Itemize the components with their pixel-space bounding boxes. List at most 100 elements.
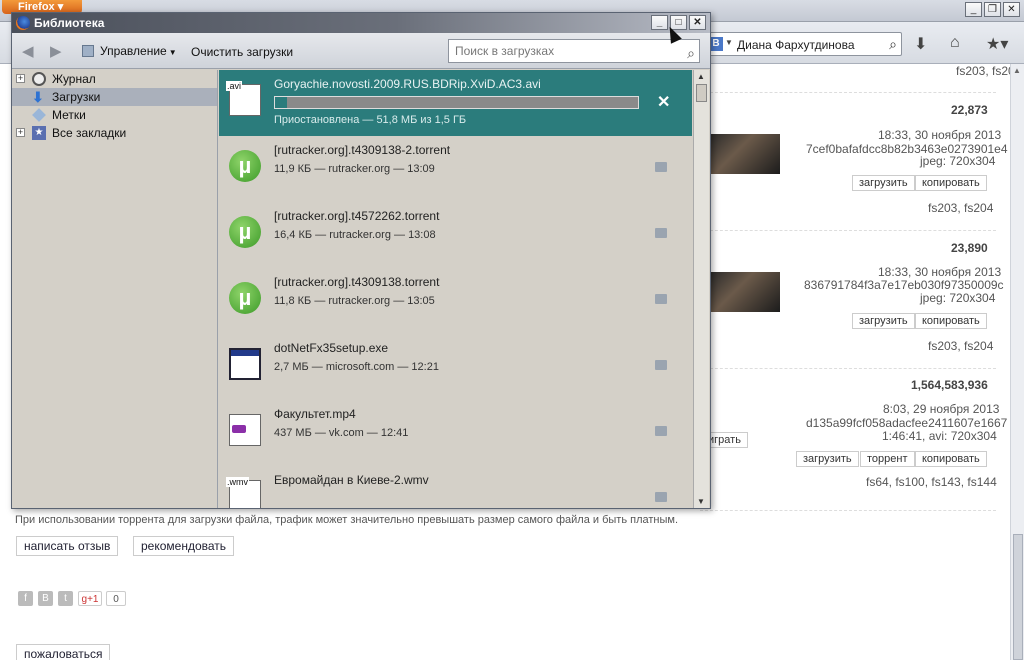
copy-button[interactable]: копировать [915, 175, 987, 191]
scroll-up-icon[interactable]: ▲ [697, 72, 705, 81]
copy-button[interactable]: копировать [915, 451, 987, 467]
restore-icon[interactable]: ❐ [984, 2, 1001, 17]
back-arrow-icon[interactable]: ◀ [22, 42, 34, 60]
web-search-value: Диана Фархутдинова [737, 38, 855, 52]
file-info: jpeg: 720x304 [920, 154, 996, 168]
tree-item-label: Метки [52, 108, 86, 122]
bookmarks-star-icon: ★ [32, 126, 46, 140]
manage-menu-button[interactable]: Управление ▼ [82, 44, 177, 58]
file-tags[interactable]: fs203, fs204 [928, 339, 993, 353]
download-meta: 11,9 КБ — rutracker.org — 13:09 [274, 163, 435, 175]
tree-item-history[interactable]: + Журнал [12, 70, 217, 88]
file-tags[interactable]: fs203, fs204 [928, 201, 993, 215]
chevron-down-icon[interactable]: ▼ [725, 38, 733, 47]
close-icon[interactable]: ✕ [689, 15, 706, 30]
vkontakte-icon[interactable]: B [38, 591, 53, 606]
file-ext-label: .avi [226, 81, 243, 91]
downloads-icon[interactable]: ⬇ [914, 34, 927, 54]
write-review-button[interactable]: написать отзыв [16, 536, 119, 556]
bookmarks-menu-icon[interactable]: ★▾ [986, 34, 1008, 54]
avi-file-icon: .avi [226, 81, 261, 116]
library-sidebar-tree: + Журнал ⬇ Загрузки Метки + ★ Все заклад… [12, 70, 218, 508]
upload-button[interactable]: загрузить [852, 175, 915, 191]
firefox-window-controls: _ ❐ ✕ [965, 2, 1020, 17]
folder-icon[interactable] [655, 360, 667, 370]
mp4-file-icon [229, 414, 261, 446]
download-status: Приостановлена — 51,8 МБ из 1,5 ГБ [274, 114, 467, 126]
scroll-down-icon[interactable]: ▼ [697, 497, 705, 506]
downloads-scrollbar[interactable]: ▲ ▼ [693, 70, 709, 508]
download-item[interactable]: µ [rutracker.org].t4309138-2.torrent 11,… [219, 136, 692, 202]
close-icon[interactable]: ✕ [1003, 2, 1020, 17]
downloads-search-input[interactable]: Поиск в загрузках ⌕ [448, 39, 700, 63]
download-meta: 2,7 МБ — microsoft.com — 12:21 [274, 361, 439, 373]
expand-icon[interactable]: + [16, 74, 25, 83]
file-tags[interactable]: fs64, fs100, fs143, fs144 [866, 475, 997, 489]
file-hash: 836791784f3a7e17eb030f97350009c [804, 278, 1004, 292]
search-icon[interactable]: ⌕ [889, 36, 897, 53]
download-item[interactable]: .wmv Евромайдан в Киеве-2.wmv [219, 466, 692, 508]
folder-icon[interactable] [655, 492, 667, 502]
file-hash: d135a99fcf058adacfee2411607e1667 [806, 416, 1008, 430]
folder-icon[interactable] [655, 228, 667, 238]
copy-button[interactable]: копировать [915, 313, 987, 329]
report-button[interactable]: пожаловаться [16, 644, 111, 660]
tree-item-label: Загрузки [52, 90, 101, 104]
scrollbar-thumb[interactable] [696, 84, 707, 102]
scrollbar-thumb[interactable] [1013, 534, 1023, 660]
folder-icon[interactable] [655, 426, 667, 436]
library-window-controls: _ □ ✕ [651, 15, 706, 30]
upload-button[interactable]: загрузить [852, 313, 915, 329]
forward-arrow-icon[interactable]: ▶ [50, 42, 62, 60]
tree-item-all-bookmarks[interactable]: + ★ Все закладки [12, 124, 217, 142]
divider [700, 368, 996, 369]
tree-item-tags[interactable]: Метки [12, 106, 217, 124]
wmv-file-icon: .wmv [226, 477, 261, 508]
tree-item-downloads[interactable]: ⬇ Загрузки [12, 88, 217, 106]
download-meta: 11,8 КБ — rutracker.org — 13:05 [274, 295, 435, 307]
library-window: Библиотека _ □ ✕ ◀ ▶ Управление ▼ Очистит… [11, 12, 711, 509]
utorrent-icon: µ [229, 216, 261, 248]
minimize-icon[interactable]: _ [965, 2, 982, 17]
torrent-traffic-notice: При использовании торрента для загрузки … [15, 514, 679, 526]
download-name: Факультет.mp4 [274, 407, 356, 421]
downloads-list: .avi Goryachie.novosti.2009.RUS.BDRip.Xv… [219, 70, 692, 508]
download-item[interactable]: µ [rutracker.org].t4572262.torrent 16,4 … [219, 202, 692, 268]
twitter-icon[interactable]: t [58, 591, 73, 606]
upload-button[interactable]: загрузить [796, 451, 859, 467]
expand-icon[interactable]: + [16, 128, 25, 137]
recommend-button[interactable]: рекомендовать [133, 536, 235, 556]
folder-icon[interactable] [655, 162, 667, 172]
download-name: [rutracker.org].t4309138-2.torrent [274, 143, 451, 157]
download-item[interactable]: .avi Goryachie.novosti.2009.RUS.BDRip.Xv… [219, 70, 692, 136]
search-icon[interactable]: ⌕ [687, 42, 695, 64]
scroll-up-icon[interactable]: ▲ [1013, 66, 1021, 75]
tree-item-label: Все закладки [52, 126, 127, 140]
page-scrollbar[interactable]: ▲ [1010, 64, 1024, 660]
search-engine-icon[interactable]: B [709, 37, 723, 51]
folder-icon[interactable] [655, 294, 667, 304]
file-size: 1,564,583,936 [911, 378, 988, 392]
video-thumbnail[interactable] [710, 134, 780, 174]
file-time: 18:33, 30 ноября 2013 [878, 265, 1002, 279]
clear-downloads-button[interactable]: Очистить загрузки [191, 45, 293, 59]
download-meta: 16,4 КБ — rutracker.org — 13:08 [274, 229, 436, 241]
torrent-button[interactable]: торрент [860, 451, 915, 467]
download-meta: 437 МБ — vk.com — 12:41 [274, 427, 409, 439]
exe-file-icon [229, 348, 261, 380]
library-title: Библиотека [34, 16, 105, 30]
cancel-download-icon[interactable]: ✕ [657, 92, 670, 112]
home-icon[interactable]: ⌂ [950, 34, 960, 52]
google-plus-button[interactable]: g+1 [78, 591, 102, 606]
facebook-icon[interactable]: f [18, 591, 33, 606]
download-item[interactable]: dotNetFx35setup.exe 2,7 МБ — microsoft.c… [219, 334, 692, 400]
library-titlebar[interactable]: Библиотека _ □ ✕ [12, 13, 710, 33]
web-search-input[interactable]: B ▼ Диана Фархутдинова ⌕ [706, 32, 902, 56]
download-item[interactable]: µ [rutracker.org].t4309138.torrent 11,8 … [219, 268, 692, 334]
file-time: 18:33, 30 ноября 2013 [878, 128, 1002, 142]
download-item[interactable]: Факультет.mp4 437 МБ — vk.com — 12:41 [219, 400, 692, 466]
share-count: 0 [106, 591, 126, 606]
file-info: jpeg: 720x304 [920, 291, 996, 305]
downloads-search-placeholder: Поиск в загрузках [455, 44, 555, 58]
video-thumbnail[interactable] [710, 272, 780, 312]
